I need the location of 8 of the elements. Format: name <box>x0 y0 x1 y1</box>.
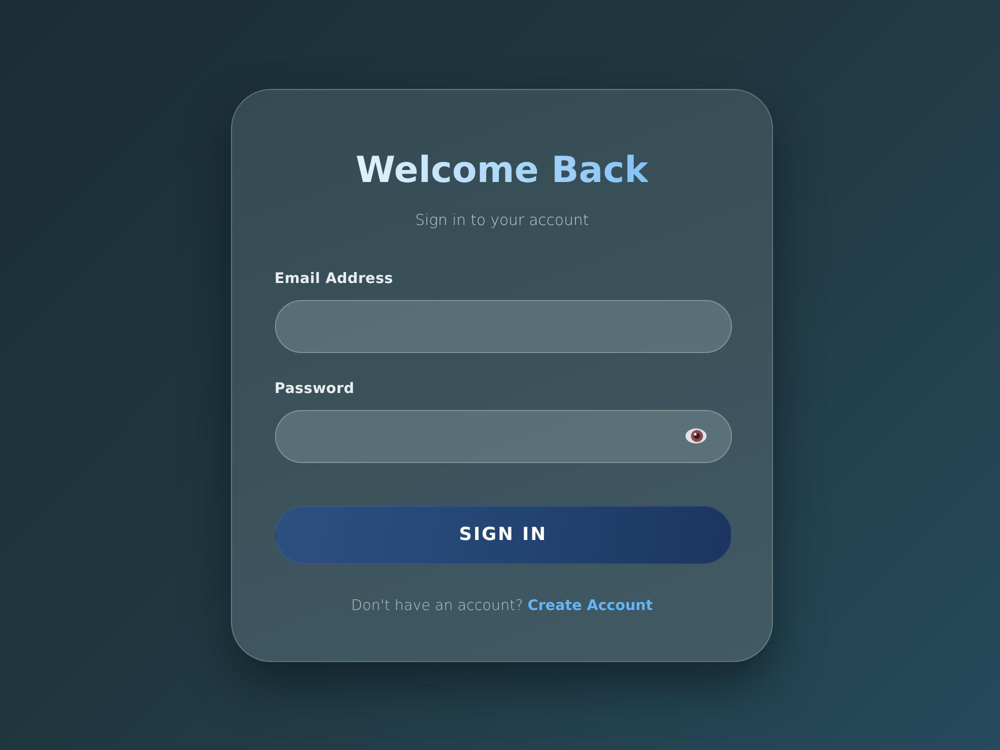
email-field[interactable] <box>274 300 732 352</box>
field-label: Email Address <box>274 270 394 288</box>
field-label: Password <box>274 380 354 398</box>
password-field[interactable] <box>274 410 732 462</box>
footer-text: Don't have an account? Create Account <box>351 596 653 616</box>
sign-in-button[interactable]: SIGN IN <box>274 506 732 564</box>
eye-icon[interactable] <box>684 428 706 444</box>
subtitle-text: Sign in to your account <box>415 210 589 230</box>
